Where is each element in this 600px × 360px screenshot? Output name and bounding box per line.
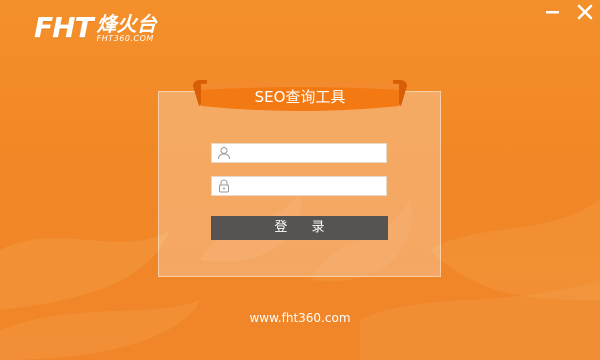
close-icon bbox=[577, 4, 593, 20]
footer-website-link[interactable]: www.fht360.com bbox=[0, 311, 600, 325]
lock-icon bbox=[215, 177, 233, 195]
login-window: FHT 烽火台 FHT360.COM SEO查询工具 登 录 www.fht36… bbox=[0, 0, 600, 360]
password-input[interactable] bbox=[233, 178, 386, 194]
user-icon bbox=[215, 144, 233, 162]
minimize-icon bbox=[546, 11, 559, 14]
title-ribbon: SEO查询工具 bbox=[193, 80, 407, 115]
password-field[interactable] bbox=[211, 176, 387, 196]
logo-domain: FHT360.COM bbox=[96, 33, 154, 43]
login-title: SEO查询工具 bbox=[254, 88, 346, 106]
login-button[interactable]: 登 录 bbox=[211, 216, 388, 240]
close-button[interactable] bbox=[575, 2, 595, 22]
minimize-button[interactable] bbox=[543, 2, 563, 22]
username-input[interactable] bbox=[233, 145, 386, 161]
logo-chinese-name: 烽火台 bbox=[96, 11, 157, 36]
logo-mark: FHT bbox=[34, 11, 94, 44]
username-field[interactable] bbox=[211, 143, 387, 163]
brand-logo: FHT 烽火台 FHT360.COM bbox=[34, 10, 174, 46]
logo-text-group: 烽火台 FHT360.COM bbox=[97, 14, 157, 43]
